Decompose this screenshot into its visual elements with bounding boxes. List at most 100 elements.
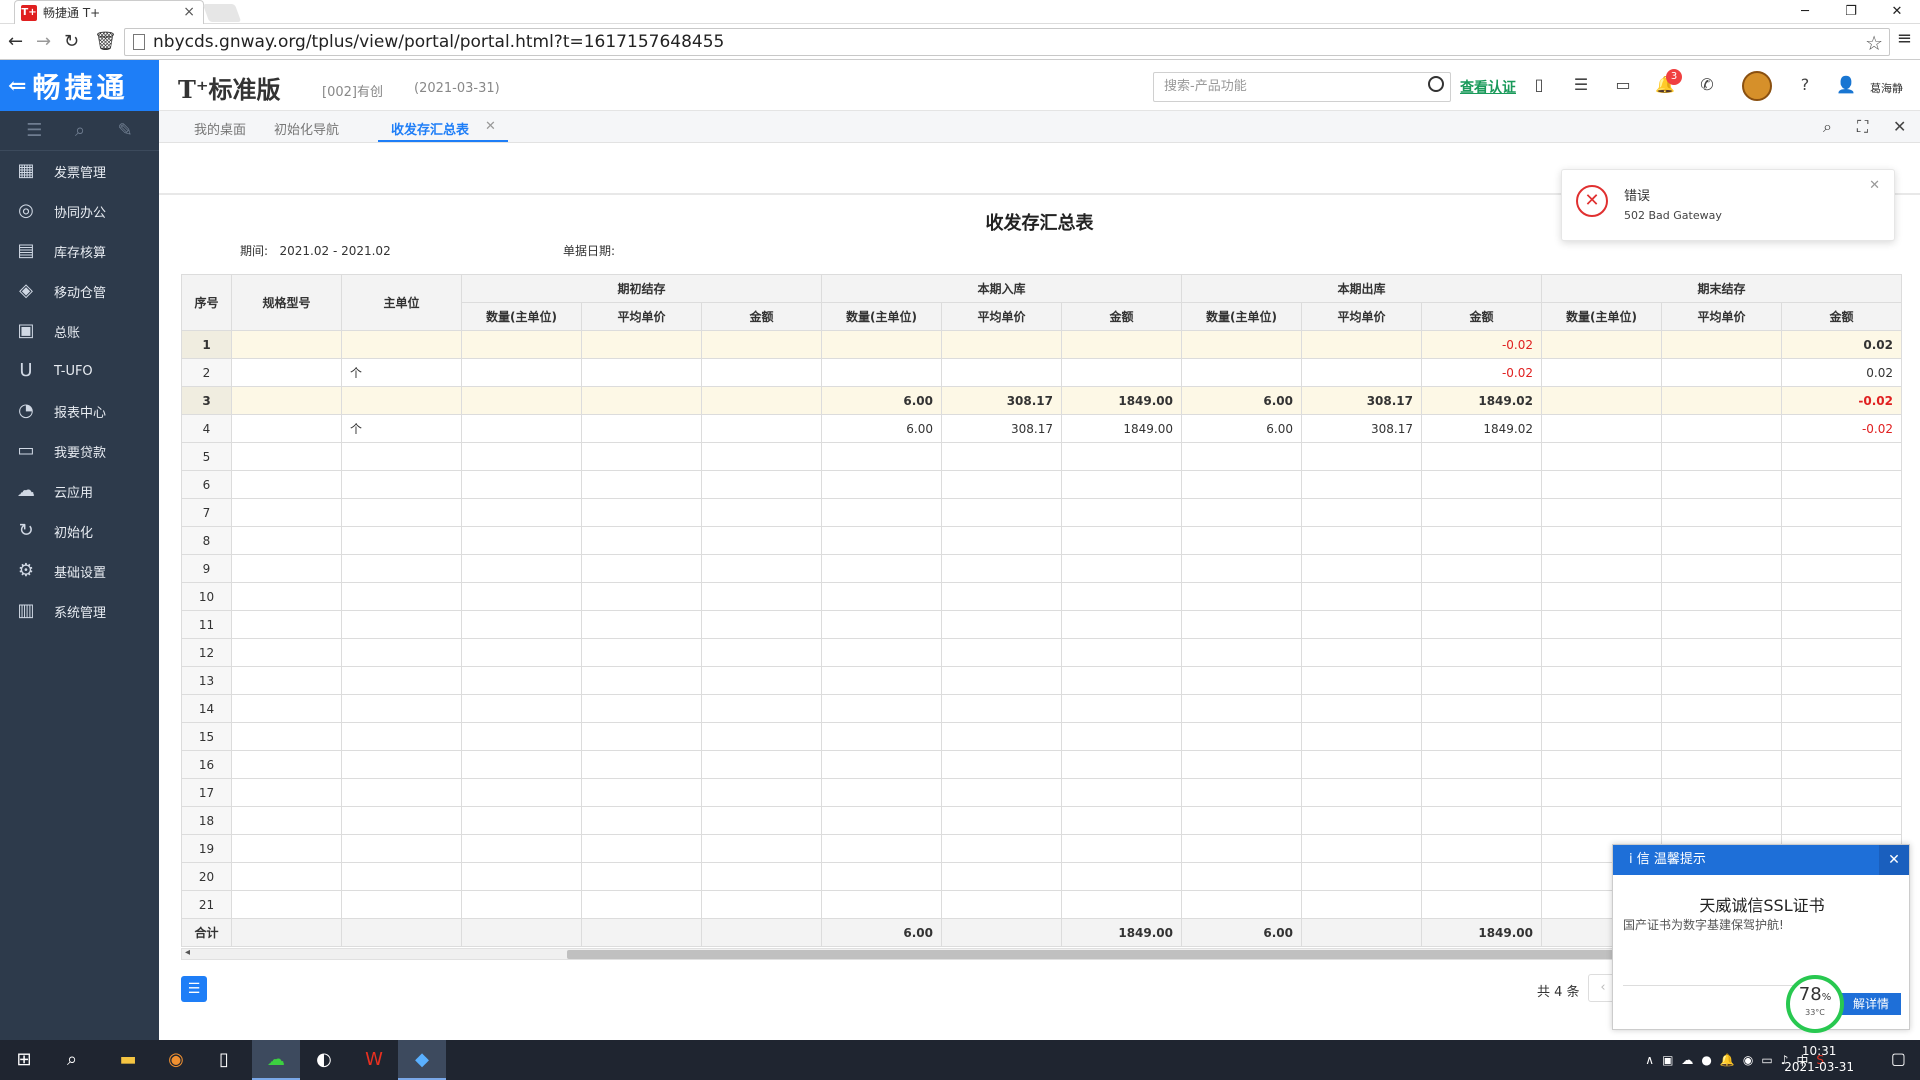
notepad-icon[interactable]: ▯ bbox=[200, 1040, 248, 1080]
menu-icon[interactable]: ☰ bbox=[26, 120, 42, 141]
tray-bell-icon[interactable]: 🔔 bbox=[1720, 1053, 1735, 1067]
sidebar-item[interactable]: ▭ 我要贷款 bbox=[0, 431, 159, 471]
tab-summary-report[interactable]: 收发存汇总表 bbox=[391, 119, 469, 138]
restore-icon[interactable]: ❐ bbox=[1828, 0, 1874, 24]
url-input[interactable]: nbycds.gnway.org/tplus/view/portal/porta… bbox=[124, 28, 1890, 56]
tray-network-icon[interactable]: ▭ bbox=[1761, 1053, 1772, 1067]
sidebar-item[interactable]: ◎ 协同办公 bbox=[0, 191, 159, 231]
tab-my-desktop[interactable]: 我的桌面 bbox=[194, 119, 246, 138]
sidebar-item[interactable]: ☁ 云应用 bbox=[0, 471, 159, 511]
gauge-value: 78 bbox=[1798, 984, 1822, 1005]
back-icon[interactable]: ← bbox=[8, 30, 23, 54]
close-icon[interactable]: ✕ bbox=[1879, 845, 1909, 875]
edit-icon[interactable]: ✎ bbox=[118, 120, 133, 141]
table-cell bbox=[1541, 498, 1662, 527]
sidebar-item[interactable]: ⚙ 基础设置 bbox=[0, 551, 159, 591]
checklist-icon[interactable]: ☰ bbox=[1570, 74, 1592, 96]
search-icon[interactable]: ⌕ bbox=[1823, 117, 1832, 137]
action-center-icon[interactable]: ▢ bbox=[1891, 1049, 1906, 1068]
new-tab-button[interactable] bbox=[202, 4, 242, 22]
sidebar-item[interactable]: ◔ 报表中心 bbox=[0, 391, 159, 431]
app-icon[interactable]: ◐ bbox=[300, 1040, 348, 1080]
cpu-gauge[interactable]: 78% 33°C bbox=[1786, 975, 1844, 1033]
windows-start-icon[interactable]: ⊞ bbox=[0, 1040, 48, 1080]
window-close-icon[interactable]: ✕ bbox=[1874, 0, 1920, 24]
search-icon[interactable]: ⌕ bbox=[48, 1040, 96, 1080]
sidebar-item[interactable]: ▦ 发票管理 bbox=[0, 151, 159, 191]
table-row[interactable]: 6 bbox=[181, 470, 1902, 499]
sidebar-item[interactable]: ▣ 总账 bbox=[0, 311, 159, 351]
table-cell: 0.02 bbox=[1781, 358, 1902, 387]
phone-icon[interactable]: ✆ bbox=[1696, 74, 1718, 96]
sidebar-item[interactable]: ▤ 库存核算 bbox=[0, 231, 159, 271]
scroll-left-icon[interactable]: ◂ bbox=[185, 947, 190, 958]
tray-app2-icon[interactable]: ◉ bbox=[1743, 1053, 1753, 1067]
details-button[interactable]: 解详情 bbox=[1841, 993, 1901, 1015]
table-row[interactable]: 15 bbox=[181, 722, 1902, 751]
close-icon[interactable]: ✕ bbox=[1869, 178, 1880, 193]
tray-arrow-icon[interactable]: ∧ bbox=[1645, 1053, 1654, 1067]
table-row[interactable]: 10 bbox=[181, 582, 1902, 611]
forward-icon[interactable]: → bbox=[36, 30, 51, 54]
table-row[interactable]: 8 bbox=[181, 526, 1902, 555]
tray-app-icon[interactable]: ▣ bbox=[1662, 1053, 1673, 1067]
search-menu-icon[interactable]: ⌕ bbox=[75, 120, 85, 141]
browser-icon[interactable]: ◉ bbox=[152, 1040, 200, 1080]
trash-icon[interactable]: 🗑 bbox=[94, 30, 117, 54]
wps-icon[interactable]: W bbox=[350, 1040, 398, 1080]
view-cert-link[interactable]: 查看认证 bbox=[1460, 77, 1516, 97]
table-row[interactable]: 12 bbox=[181, 638, 1902, 667]
table-row[interactable]: 3 6.00 308.17 1849.00 6.00 308.17 1849.02 -0.02 bbox=[181, 386, 1902, 415]
table-row[interactable]: 2 个 -0.02 0.02 bbox=[181, 358, 1902, 387]
column-settings-button[interactable]: ☰ bbox=[181, 976, 207, 1002]
table-row[interactable]: 11 bbox=[181, 610, 1902, 639]
table-row[interactable]: 5 bbox=[181, 442, 1902, 471]
user-icon[interactable]: 👤 bbox=[1835, 74, 1857, 96]
table-row[interactable]: 16 bbox=[181, 750, 1902, 779]
file-explorer-icon[interactable]: ▬ bbox=[104, 1040, 152, 1080]
table-row[interactable]: 9 bbox=[181, 554, 1902, 583]
sidebar-item[interactable]: ↻ 初始化 bbox=[0, 511, 159, 551]
feature-search-input[interactable]: 搜索-产品功能 bbox=[1153, 72, 1451, 102]
mascot-icon[interactable] bbox=[1742, 71, 1772, 101]
table-row[interactable]: 13 bbox=[181, 666, 1902, 695]
sidebar-item[interactable]: ▥ 系统管理 bbox=[0, 591, 159, 631]
tplus-app-icon[interactable]: ◆ bbox=[398, 1040, 446, 1080]
close-tab-icon[interactable]: ✕ bbox=[485, 119, 496, 134]
browser-menu-icon[interactable]: ≡ bbox=[1897, 28, 1912, 49]
tab-init-nav[interactable]: 初始化导航 bbox=[274, 119, 339, 138]
close-tab-icon[interactable]: × bbox=[183, 4, 195, 20]
calculator-icon[interactable]: ▯ bbox=[1528, 74, 1550, 96]
close-icon[interactable]: ✕ bbox=[1893, 117, 1906, 136]
wechat-icon[interactable]: ☁ bbox=[252, 1040, 300, 1080]
clock[interactable]: 10:31 2021-03-31 bbox=[1784, 1043, 1854, 1075]
logo[interactable]: ⇐ 畅捷通 bbox=[0, 60, 159, 111]
table-cell bbox=[701, 554, 822, 583]
total-cell bbox=[1301, 918, 1422, 947]
sidebar-item[interactable]: U T-UFO bbox=[0, 351, 159, 391]
fullscreen-icon[interactable]: ⛶ bbox=[1857, 117, 1868, 137]
help-icon[interactable]: ? bbox=[1794, 74, 1816, 96]
table-cell bbox=[1781, 554, 1902, 583]
back-arrow-icon[interactable]: ⇐ bbox=[8, 73, 26, 99]
table-row[interactable]: 7 bbox=[181, 498, 1902, 527]
reload-icon[interactable]: ↻ bbox=[64, 30, 79, 54]
username[interactable]: 葛海静 bbox=[1870, 80, 1903, 96]
tray-wechat-icon[interactable]: ☁ bbox=[1681, 1053, 1693, 1067]
bookmark-star-icon[interactable]: ☆ bbox=[1865, 31, 1883, 55]
table-row[interactable]: 1 -0.02 0.02 bbox=[181, 330, 1902, 359]
header-sub: 数量(主单位) bbox=[821, 302, 942, 331]
table-row[interactable]: 17 bbox=[181, 778, 1902, 807]
browser-tab[interactable]: T+ 畅捷通 T+ × bbox=[14, 0, 204, 24]
sidebar-item[interactable]: ◈ 移动仓管 bbox=[0, 271, 159, 311]
table-row[interactable]: 4 个 6.00 308.17 1849.00 6.00 308.17 1849.02 -0.0… bbox=[181, 414, 1902, 443]
table-cell bbox=[701, 890, 822, 919]
table-row[interactable]: 18 bbox=[181, 806, 1902, 835]
table-cell bbox=[341, 666, 462, 695]
table-row[interactable]: 14 bbox=[181, 694, 1902, 723]
table-cell bbox=[1301, 498, 1422, 527]
tray-qq-icon[interactable]: ● bbox=[1701, 1053, 1711, 1067]
minimize-icon[interactable]: ─ bbox=[1782, 0, 1828, 24]
search-icon[interactable] bbox=[1428, 76, 1444, 92]
message-icon[interactable]: ▭ bbox=[1612, 74, 1634, 96]
